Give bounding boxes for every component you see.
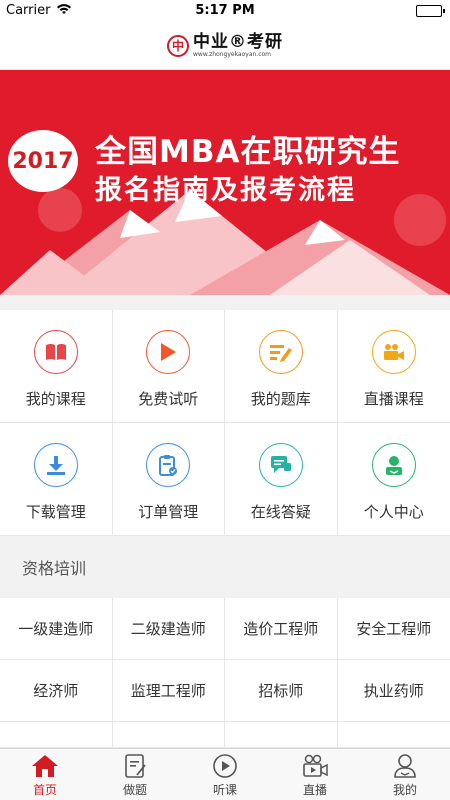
app-logo: 中 中业®考研 www.zhongyekaoyan.com	[167, 33, 283, 59]
status-bar: Carrier 5:17 PM	[0, 0, 450, 22]
play-circle-icon	[213, 754, 237, 778]
menu-item-live-courses[interactable]: 直播课程	[337, 310, 450, 423]
qualification-item[interactable]: 招标师	[225, 660, 338, 722]
qualification-item[interactable]: 安全工程师	[337, 598, 450, 660]
qualification-item[interactable]	[225, 722, 338, 748]
menu-label: 我的课程	[25, 390, 86, 408]
banner-title-line1: 全国MBA在职研究生	[95, 134, 401, 170]
banner-title-line2: 报名指南及报考流程	[95, 175, 356, 206]
menu-label: 我的题库	[250, 390, 311, 408]
qualification-item[interactable]	[337, 722, 450, 748]
tab-label: 听课	[212, 783, 237, 797]
menu-label: 直播课程	[363, 390, 424, 408]
tab-lectures[interactable]: 听课	[180, 749, 270, 800]
feature-menu: 我的课程 免费试听 我的题库 直播课程 下载管理 订单管理 在线答疑 个人中心	[0, 310, 450, 536]
year-badge: 2017	[8, 130, 78, 192]
logo-mark-icon: 中	[167, 34, 189, 57]
menu-item-orders[interactable]: 订单管理	[112, 423, 225, 536]
user-icon	[371, 443, 416, 487]
qualification-item[interactable]: 监理工程师	[112, 660, 225, 722]
download-icon	[33, 443, 78, 487]
menu-label: 订单管理	[138, 503, 199, 521]
profile-icon	[394, 754, 416, 778]
video-camera-icon	[371, 330, 416, 374]
qualification-item[interactable]	[0, 722, 113, 748]
play-icon	[146, 330, 191, 374]
tab-home[interactable]: 首页	[0, 749, 90, 800]
edit-icon	[258, 330, 303, 374]
battery-icon	[416, 5, 445, 17]
qualification-item[interactable]: 造价工程师	[225, 598, 338, 660]
clipboard-icon	[146, 443, 191, 487]
clock: 5:17 PM	[195, 3, 255, 18]
section-title: 资格培训	[0, 536, 450, 598]
tab-label: 我的	[392, 783, 417, 797]
menu-label: 下载管理	[25, 503, 86, 521]
menu-label: 个人中心	[363, 503, 424, 521]
qualification-grid: 一级建造师 二级建造师 造价工程师 安全工程师 经济师 监理工程师 招标师 执业…	[0, 598, 450, 748]
tab-label: 首页	[32, 783, 57, 797]
qualification-item[interactable]: 经济师	[0, 660, 113, 722]
tab-label: 做题	[122, 783, 147, 797]
menu-item-online-qa[interactable]: 在线答疑	[225, 423, 338, 536]
qualification-item[interactable]	[112, 722, 225, 748]
menu-item-my-courses[interactable]: 我的课程	[0, 310, 113, 423]
tab-exercises[interactable]: 做题	[90, 749, 180, 800]
app-header: 中 中业®考研 www.zhongyekaoyan.com	[0, 22, 450, 70]
live-icon	[303, 754, 328, 777]
qualification-item[interactable]: 二级建造师	[112, 598, 225, 660]
menu-label: 在线答疑	[250, 503, 311, 521]
menu-label: 免费试听	[138, 390, 199, 408]
book-icon	[33, 330, 78, 374]
menu-item-free-trial[interactable]: 免费试听	[112, 310, 225, 423]
tab-bar: 首页 做题 听课 直播 我的	[0, 748, 450, 800]
chat-icon	[258, 443, 303, 487]
exercise-icon	[125, 754, 146, 778]
menu-item-profile-center[interactable]: 个人中心	[337, 423, 450, 536]
logo-text: 中业®考研	[193, 31, 283, 52]
logo-url: www.zhongyekaoyan.com	[193, 50, 272, 58]
menu-item-downloads[interactable]: 下载管理	[0, 423, 113, 536]
tab-mine[interactable]: 我的	[360, 749, 450, 800]
menu-item-question-bank[interactable]: 我的题库	[225, 310, 338, 423]
promo-banner[interactable]: 2017 全国MBA在职研究生 报名指南及报考流程	[0, 70, 450, 295]
qualification-item[interactable]: 执业药师	[337, 660, 450, 722]
home-icon	[32, 755, 58, 777]
tab-live[interactable]: 直播	[270, 749, 360, 800]
qualification-item[interactable]: 一级建造师	[0, 598, 113, 660]
tab-label: 直播	[302, 783, 327, 797]
